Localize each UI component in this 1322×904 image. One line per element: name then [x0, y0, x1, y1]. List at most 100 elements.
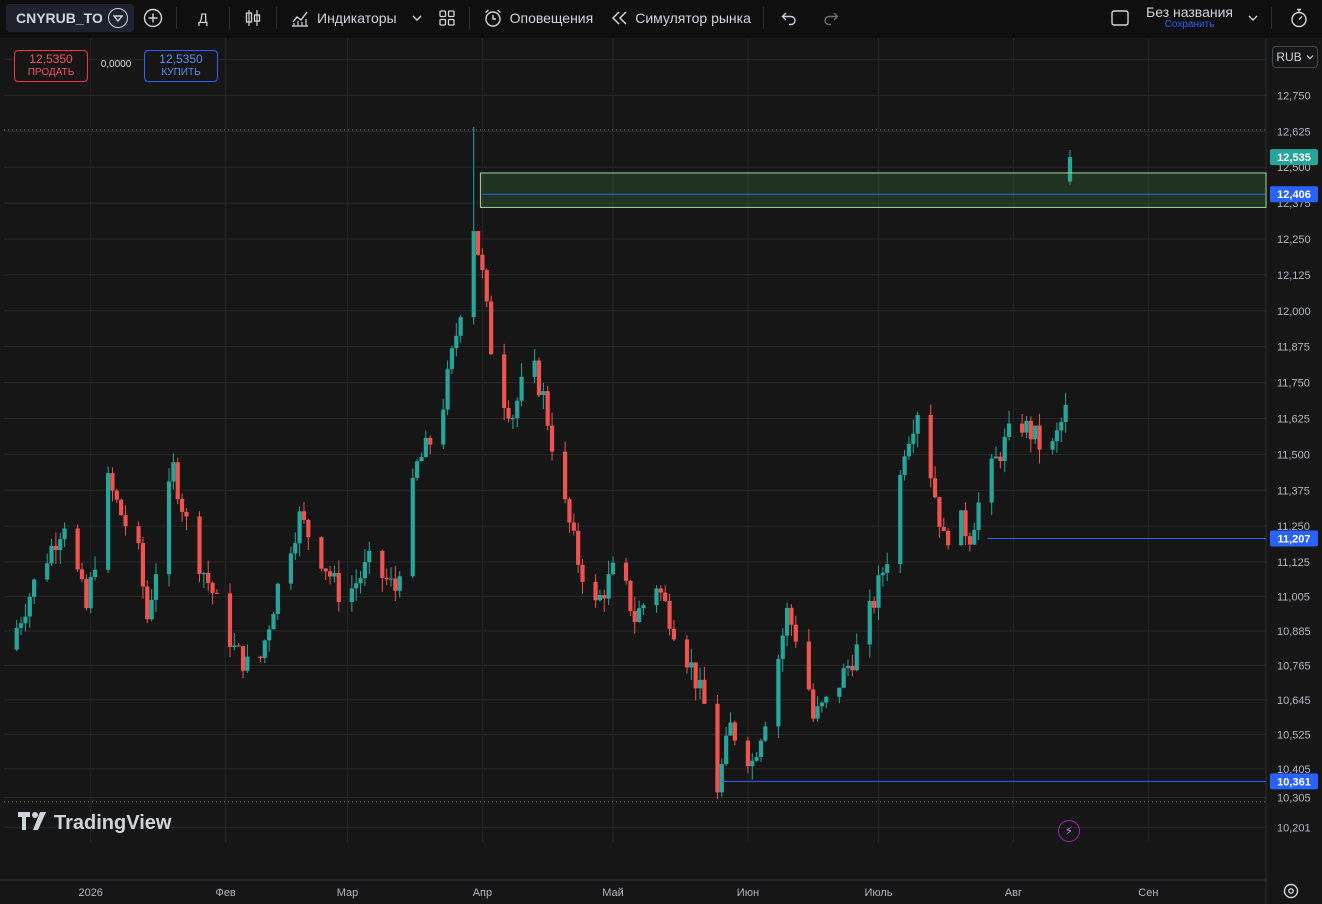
tradingview-logo[interactable]: TradingView: [18, 810, 171, 836]
alerts-button[interactable]: Оповещения: [474, 0, 602, 36]
candle-body: [606, 574, 611, 599]
candle-body: [593, 581, 598, 601]
candle-body: [623, 562, 629, 581]
candles-icon: [245, 10, 261, 26]
candle-body: [754, 757, 759, 761]
candle-body: [515, 400, 520, 419]
redo-button[interactable]: [810, 0, 852, 36]
interval-button[interactable]: Д: [181, 0, 225, 36]
trade-panel: 12,5350 ПРОДАТЬ 0,0000 12,5350 КУПИТЬ: [14, 50, 218, 82]
candle-body: [458, 317, 463, 336]
candle-body: [179, 498, 185, 512]
candle-body: [206, 573, 211, 583]
candle-body: [49, 545, 54, 564]
replay-button[interactable]: Симулятор рынка: [601, 0, 759, 36]
candle-body: [684, 639, 690, 668]
undo-button[interactable]: [768, 0, 810, 36]
candle-body: [306, 519, 311, 538]
y-tick-label: 11,005: [1277, 591, 1310, 603]
candle-body: [784, 607, 790, 636]
candle-body: [423, 437, 428, 458]
x-tick-label: Июн: [737, 887, 759, 899]
spread-value: 0,0000: [100, 59, 132, 70]
quick-search-button[interactable]: [1276, 0, 1322, 36]
toolbar-separator: [468, 7, 470, 29]
axis-settings-button[interactable]: [1280, 880, 1302, 902]
candle-body: [362, 562, 368, 579]
candle-body: [297, 511, 302, 544]
fullscreen-toggle[interactable]: [1100, 0, 1140, 36]
candle-body: [750, 760, 755, 767]
y-tick-label: 11,375: [1277, 485, 1310, 497]
candle-body: [932, 478, 938, 498]
candle-body: [663, 592, 668, 601]
y-tick-label: 12,625: [1277, 126, 1311, 138]
candle-body: [166, 481, 172, 575]
candle-body: [232, 645, 237, 648]
candle-body: [976, 502, 981, 530]
candle-body: [702, 679, 707, 704]
candle-body: [323, 568, 328, 572]
top-toolbar: CNYRUB_TOM Д Индикаторы Оповещения Симул…: [0, 0, 1322, 36]
plus-circle-icon: [143, 8, 163, 28]
candle-body: [53, 545, 58, 551]
candle-body: [532, 360, 537, 377]
sell-price: 12,5350: [29, 52, 73, 67]
candle-body: [62, 528, 67, 540]
buy-button[interactable]: 12,5350 КУПИТЬ: [144, 50, 218, 82]
candle-body: [27, 596, 32, 617]
candle-body: [728, 722, 733, 736]
candle-body: [928, 414, 933, 479]
candle-body: [941, 526, 946, 531]
lightning-icon[interactable]: ⚡: [1058, 820, 1080, 842]
sell-label: ПРОДАТЬ: [27, 67, 75, 79]
candle-body: [471, 231, 476, 318]
chart-type-button[interactable]: [234, 0, 272, 36]
candle-body: [854, 644, 859, 671]
layout-title: Без названия: [1146, 4, 1233, 21]
candle-body: [293, 543, 298, 554]
candlestick-chart[interactable]: 12,87512,75012,62512,50012,37512,25012,1…: [0, 38, 1322, 904]
layout-menu-button[interactable]: [1239, 0, 1267, 36]
chevron-down-icon: [1306, 55, 1314, 60]
chart-pane[interactable]: 12,87512,75012,62512,50012,37512,25012,1…: [0, 38, 1322, 904]
candle-body: [510, 418, 515, 420]
interval-label: Д: [198, 10, 208, 26]
candle-body: [119, 499, 124, 516]
price-label: 11,207: [1277, 533, 1310, 545]
candle-body: [902, 456, 907, 475]
replay-label: Симулятор рынка: [635, 10, 751, 26]
y-tick-label: 12,000: [1277, 306, 1311, 318]
candle-body: [227, 593, 233, 648]
layout-save-link[interactable]: Сохранить: [1165, 20, 1215, 31]
y-tick-label: 10,645: [1277, 695, 1311, 707]
indicators-templates-button[interactable]: [405, 0, 429, 36]
candle-body: [1020, 423, 1025, 433]
sell-button[interactable]: 12,5350 ПРОДАТЬ: [14, 50, 88, 82]
compare-add-button[interactable]: [134, 0, 172, 36]
price-label: 12,535: [1277, 152, 1311, 164]
buy-price: 12,5350: [159, 52, 203, 67]
y-tick-label: 12,250: [1277, 234, 1311, 246]
candle-body: [288, 553, 294, 584]
candle-body: [114, 490, 119, 500]
symbol-search-button[interactable]: CNYRUB_TOM: [6, 4, 134, 32]
candle-body: [732, 722, 737, 741]
candle-body: [197, 516, 202, 574]
candle-body: [576, 530, 581, 565]
currency-select[interactable]: RUB: [1272, 46, 1318, 68]
layout-grid-button[interactable]: [429, 0, 465, 36]
x-tick-label: Май: [602, 887, 624, 899]
candle-body: [415, 461, 420, 478]
layout-name-button[interactable]: Без названия Сохранить: [1140, 5, 1239, 30]
candle-body: [428, 437, 433, 445]
candle-body: [332, 573, 337, 577]
candle-body: [715, 703, 720, 793]
candle-body: [175, 462, 180, 499]
y-tick-label: 11,500: [1277, 449, 1310, 461]
candle-body: [776, 659, 781, 727]
indicators-label: Индикаторы: [317, 10, 397, 26]
candle-body: [1059, 421, 1064, 431]
square-icon: [1111, 10, 1129, 26]
indicators-button[interactable]: Индикаторы: [281, 0, 405, 36]
